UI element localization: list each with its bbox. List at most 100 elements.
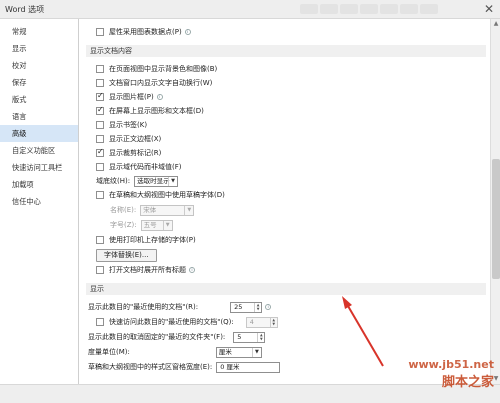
section-header-doc-content: 显示文档内容 — [86, 45, 486, 57]
option-row[interactable]: 使用打印机上存储的字体(P) — [96, 234, 196, 246]
option-row[interactable]: 显示图片框(P) i — [96, 91, 163, 103]
dropdown-value: 厘米 — [218, 347, 232, 356]
sidebar-item-trust-center[interactable]: 信任中心 — [0, 193, 78, 210]
quick-access-checkbox[interactable] — [96, 318, 104, 326]
field-shading-dropdown[interactable]: 选取时显示 ▼ — [134, 175, 179, 187]
font-size-dropdown[interactable]: 五号 ▼ — [140, 219, 173, 231]
dropdown-value: 选取时显示 — [137, 176, 170, 185]
option-row[interactable]: 在屏幕上显示图形和文本框(D) — [96, 105, 204, 117]
scroll-down-icon[interactable]: ▼ — [492, 375, 500, 383]
sidebar-item-addins[interactable]: 加载项 — [0, 176, 78, 193]
option-label: 在草稿和大纲视图中使用草稿字体(D) — [109, 191, 225, 199]
font-size-row: 字号(Z): 五号 ▼ — [110, 219, 173, 231]
sidebar-item-display[interactable]: 显示 — [0, 40, 78, 57]
info-icon: i — [265, 304, 272, 310]
info-icon: i — [156, 94, 163, 100]
field-codes-checkbox[interactable] — [96, 163, 104, 171]
option-row[interactable]: 显示正文边框(X) — [96, 133, 161, 145]
bookmarks-checkbox[interactable] — [96, 121, 104, 129]
printer-fonts-checkbox[interactable] — [96, 236, 104, 244]
quick-access-spinner[interactable]: 4 ▲ ▼ — [245, 316, 278, 328]
style-width-row: 草稿和大纲视图中的样式区窗格宽度(E): 0 厘米 — [88, 361, 281, 373]
option-label: 文档窗口内显示文字自动换行(W) — [109, 79, 213, 87]
style-width-label: 草稿和大纲视图中的样式区窗格宽度(E): — [88, 363, 213, 371]
units-dropdown[interactable]: 厘米 ▼ — [215, 346, 262, 358]
scroll-up-icon[interactable]: ▲ — [492, 20, 500, 28]
spinner-value: 5 — [237, 332, 242, 341]
dropdown-value: 五号 — [143, 220, 157, 229]
field-shading-row: 域底纹(H): 选取时显示 ▼ — [96, 175, 179, 187]
sidebar-item-typography[interactable]: 版式 — [0, 91, 78, 108]
scrollbar[interactable]: ▲ ▼ — [490, 19, 500, 384]
option-label: 显示书签(K) — [109, 121, 148, 129]
picture-placeholders-checkbox[interactable] — [96, 91, 104, 101]
quick-access-row: 快速访问此数目的"最近使用的文档"(Q): 4 ▲ ▼ — [96, 316, 278, 328]
recent-folders-label: 显示此数目的取消固定的"最近的文件夹"(F): — [88, 333, 226, 341]
font-name-label: 名称(E): — [110, 206, 137, 214]
font-sub-row: 字体替换(E)... — [96, 248, 157, 262]
font-substitution-button[interactable]: 字体替换(E)... — [96, 248, 157, 262]
style-width-input[interactable]: 0 厘米 — [216, 361, 281, 373]
option-label: 显示正文边框(X) — [109, 135, 162, 143]
sidebar-item-customize-ribbon[interactable]: 自定义功能区 — [0, 142, 78, 159]
spinner-value: 25 — [234, 302, 243, 311]
spinner-arrows-icon: ▲ ▼ — [257, 332, 264, 342]
text-boundaries-checkbox[interactable] — [96, 135, 104, 143]
section-header-display: 显示 — [86, 283, 486, 295]
wrap-text-checkbox[interactable] — [96, 79, 104, 87]
recent-docs-row: 显示此数目的"最近使用的文档"(R): 25 ▲ ▼ i — [88, 301, 272, 313]
expand-headings-checkbox[interactable] — [96, 266, 104, 274]
sidebar-item-general[interactable]: 常规 — [0, 23, 78, 40]
sidebar: 常规 显示 校对 保存 版式 语言 高级 自定义功能区 快速访问工具栏 加载项 … — [0, 19, 79, 384]
field-shading-label: 域底纹(H): — [96, 177, 131, 185]
chart-data-checkbox[interactable] — [96, 28, 104, 36]
draft-font-checkbox[interactable] — [96, 191, 104, 199]
option-label: 显示域代码而非域值(F) — [109, 163, 182, 171]
option-label: 在屏幕上显示图形和文本框(D) — [109, 107, 204, 115]
recent-folders-spinner[interactable]: 5 ▲ ▼ — [233, 331, 266, 343]
info-icon: i — [189, 267, 195, 273]
option-row[interactable]: 显示裁剪标记(R) — [96, 147, 161, 159]
option-row[interactable]: 显示书签(K) — [96, 119, 147, 131]
chevron-down-icon: ▼ — [162, 220, 172, 230]
background-toolbar — [300, 0, 460, 19]
spinner-arrows-icon: ▲ ▼ — [254, 302, 261, 312]
sidebar-item-advanced[interactable]: 高级 — [0, 125, 78, 142]
options-content: 屋性采用图表数据点(P) i 显示文档内容 在页面视图中显示背景色和图像(B) … — [80, 19, 490, 384]
sidebar-item-quick-access-toolbar[interactable]: 快速访问工具栏 — [0, 159, 78, 176]
option-row[interactable]: 显示域代码而非域值(F) — [96, 161, 182, 173]
font-name-row: 名称(E): 宋体 ▼ — [110, 204, 195, 216]
recent-docs-label: 显示此数目的"最近使用的文档"(R): — [88, 303, 199, 311]
scroll-thumb[interactable] — [492, 159, 500, 279]
option-label: 在页面视图中显示背景色和图像(B) — [109, 65, 218, 73]
recent-docs-spinner[interactable]: 25 ▲ ▼ — [230, 301, 263, 313]
chevron-down-icon: ▼ — [184, 205, 193, 215]
crop-marks-checkbox[interactable] — [96, 147, 104, 157]
option-row[interactable]: 在草稿和大纲视图中使用草稿字体(D) — [96, 189, 225, 201]
chevron-down-icon: ▼ — [168, 176, 177, 186]
background-images-checkbox[interactable] — [96, 65, 104, 73]
close-icon[interactable]: ✕ — [484, 2, 494, 16]
sidebar-item-save[interactable]: 保存 — [0, 74, 78, 91]
option-label: 显示裁剪标记(R) — [109, 149, 162, 157]
info-icon: i — [184, 29, 191, 35]
quick-access-label: 快速访问此数目的"最近使用的文档"(Q): — [109, 318, 234, 326]
font-size-label: 字号(Z): — [110, 221, 137, 229]
font-name-dropdown[interactable]: 宋体 ▼ — [140, 204, 195, 216]
option-row[interactable]: 在页面视图中显示背景色和图像(B) — [96, 63, 217, 75]
option-row[interactable]: 屋性采用图表数据点(P) i — [96, 26, 191, 38]
dialog-footer — [0, 384, 500, 403]
drawings-textboxes-checkbox[interactable] — [96, 105, 104, 115]
option-label: 显示图片框(P) — [109, 93, 154, 101]
sidebar-item-language[interactable]: 语言 — [0, 108, 78, 125]
spinner-arrows-icon: ▲ ▼ — [269, 317, 277, 327]
title-bar: Word 选项 ✕ — [0, 0, 500, 19]
recent-folders-row: 显示此数目的取消固定的"最近的文件夹"(F): 5 ▲ ▼ — [88, 331, 266, 343]
dropdown-value: 宋体 — [143, 205, 157, 214]
option-label: 屋性采用图表数据点(P) — [109, 28, 182, 36]
spinner-value: 4 — [249, 317, 254, 326]
option-row[interactable]: 文档窗口内显示文字自动换行(W) — [96, 77, 212, 89]
option-label: 打开文档时展开所有标题 — [109, 266, 186, 274]
sidebar-item-proofing[interactable]: 校对 — [0, 57, 78, 74]
option-row[interactable]: 打开文档时展开所有标题 i — [96, 264, 195, 276]
